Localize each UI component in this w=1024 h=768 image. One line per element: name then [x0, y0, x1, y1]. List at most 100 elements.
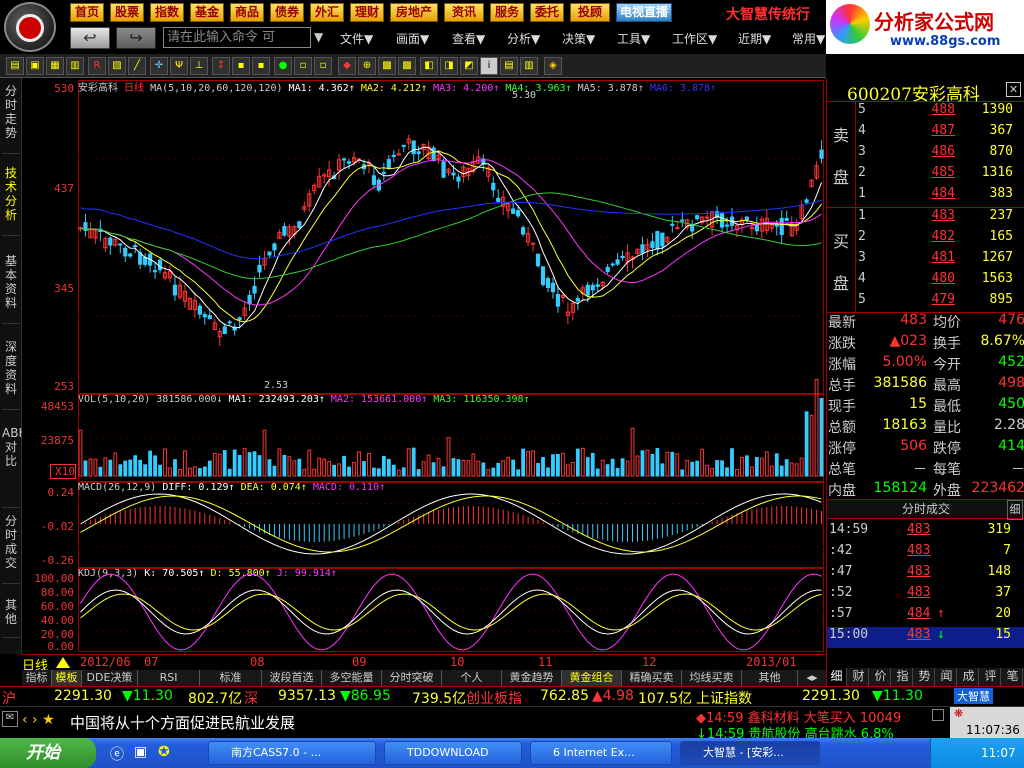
ask-price[interactable]: 488 [895, 102, 955, 117]
right-tab[interactable]: 价 [871, 668, 891, 686]
color-icon[interactable]: ◆ [338, 57, 356, 75]
app-logo[interactable] [4, 2, 56, 52]
menu-workspace[interactable]: 工作区▼ [672, 30, 717, 47]
ask-row[interactable]: 4 487 367 [855, 123, 1024, 144]
bid-price[interactable]: 481 [895, 250, 955, 265]
task-ie[interactable]: 6 Internet Ex... [530, 741, 672, 765]
arrows-icon[interactable]: ‹ › ★ [22, 712, 55, 728]
close-icon[interactable]: ✕ [1006, 82, 1021, 97]
bid-row[interactable]: 1 483 237 [855, 208, 1024, 229]
btab-bullbear[interactable]: 多空能量 [322, 670, 382, 686]
tick-row[interactable]: 14:59 483 319 [827, 522, 1024, 543]
ie-icon[interactable]: ⓔ [110, 744, 124, 764]
menu-stocks[interactable]: 股票 [110, 3, 144, 22]
menu-realestate[interactable]: 房地产 [390, 3, 438, 22]
restore-icon[interactable] [932, 709, 944, 721]
tab-technical[interactable]: 技术分析 [2, 166, 20, 236]
bid-price[interactable]: 479 [895, 292, 955, 307]
menu-advisor[interactable]: 投顾 [570, 3, 610, 22]
chart-canvas[interactable] [78, 78, 824, 654]
bid-row[interactable]: 2 482 165 [855, 229, 1024, 250]
ticker-index-name[interactable]: 上证指数 [696, 688, 752, 708]
info-icon[interactable]: i [480, 57, 498, 75]
ask-row[interactable]: 2 485 1316 [855, 165, 1024, 186]
menu-common[interactable]: 常用▼ [792, 30, 825, 47]
save-icon[interactable]: ▣ [26, 57, 44, 75]
menu-forex[interactable]: 外汇 [310, 3, 344, 22]
ask-row[interactable]: 5 488 1390 [855, 102, 1024, 123]
tool-e-icon[interactable]: ▩ [398, 57, 416, 75]
tab-other[interactable]: 其他 [2, 598, 20, 638]
folder-icon[interactable]: ▤ [6, 57, 24, 75]
tick-row[interactable]: :47 483 148 [827, 564, 1024, 585]
right-tab[interactable]: 财 [849, 668, 869, 686]
ask-price[interactable]: 486 [895, 144, 955, 159]
right-tab[interactable]: 成 [959, 668, 979, 686]
bid-row[interactable]: 5 479 895 [855, 292, 1024, 313]
tick-row[interactable]: :42 483 7 [827, 543, 1024, 564]
btab-personal[interactable]: 个人 [442, 670, 502, 686]
tool-b-icon[interactable]: ▪ [252, 57, 270, 75]
menu-fund[interactable]: 基金 [190, 3, 224, 22]
menu-tools[interactable]: 工具▼ [617, 30, 650, 47]
ticker-cy-label[interactable]: 创业板指 [466, 688, 522, 708]
tool-f-icon[interactable]: ◧ [420, 57, 438, 75]
tool-c-icon[interactable]: ▫ [294, 57, 312, 75]
btab-precise[interactable]: 精确买卖 [622, 670, 682, 686]
right-tab[interactable]: 评 [981, 668, 1001, 686]
btab-other[interactable]: 其他 [742, 670, 798, 686]
dzh-logo[interactable]: 大智慧 [954, 688, 993, 704]
ticker-sh-label[interactable]: 沪 [2, 688, 16, 708]
menu-tv-live[interactable]: 电视直播 [616, 3, 672, 22]
ask-row[interactable]: 1 484 383 [855, 186, 1024, 207]
task-tddownload[interactable]: TDDOWNLOAD [384, 741, 522, 765]
btab-ma-trade[interactable]: 均线买卖 [682, 670, 742, 686]
tool-g-icon[interactable]: ◨ [440, 57, 458, 75]
mail-icon[interactable]: ✉ [2, 711, 18, 727]
tab-intraday[interactable]: 分时走势 [2, 84, 20, 154]
trend-icon[interactable]: ╱ [128, 57, 146, 75]
crosshair-icon[interactable]: ✛ [150, 57, 168, 75]
tool-i-icon[interactable]: ▤ [500, 57, 518, 75]
btab-scroll-icon[interactable]: ◂▸ [798, 670, 826, 686]
menu-news[interactable]: 资讯 [444, 3, 484, 22]
tool-h-icon[interactable]: ◩ [460, 57, 478, 75]
menu-analysis[interactable]: 分析▼ [507, 30, 540, 47]
ask-price[interactable]: 485 [895, 165, 955, 180]
ask-row[interactable]: 3 486 870 [855, 144, 1024, 165]
btab-standard[interactable]: 标准 [200, 670, 262, 686]
menu-view[interactable]: 查看▼ [452, 30, 485, 47]
rsi-icon[interactable]: R [88, 57, 106, 75]
btab-rsi[interactable]: RSI [138, 670, 200, 686]
right-tab[interactable]: 笔 [1003, 668, 1023, 686]
right-tab[interactable]: 闻 [937, 668, 957, 686]
tab-tick-trades[interactable]: 分时成交 [2, 514, 20, 584]
menu-service[interactable]: 服务 [490, 3, 524, 22]
btab-gold-combo[interactable]: 黄金组合 [562, 670, 622, 686]
bid-price[interactable]: 480 [895, 271, 955, 286]
bars-icon[interactable]: ▧ [108, 57, 126, 75]
quick-launch-icon[interactable]: ✪ [158, 744, 170, 760]
tool-a-icon[interactable]: ▪ [232, 57, 250, 75]
image-icon[interactable]: ▩ [378, 57, 396, 75]
ask-price[interactable]: 487 [895, 123, 955, 138]
tab-fundamentals[interactable]: 基本资料 [2, 254, 20, 324]
zoom-icon[interactable]: ⊕ [358, 57, 376, 75]
right-tab[interactable]: 指 [893, 668, 913, 686]
right-tab[interactable]: 势 [915, 668, 935, 686]
menu-commodity[interactable]: 商品 [230, 3, 264, 22]
bid-price[interactable]: 483 [895, 208, 955, 223]
start-button[interactable]: 开始 [0, 738, 96, 768]
ticker-sz-label[interactable]: 深 [244, 688, 258, 708]
command-input[interactable]: 请在此输入命令 可 [163, 27, 311, 48]
tick-row[interactable]: :52 483 37 [827, 585, 1024, 606]
news-headline[interactable]: 中国将从十个方面促进民航业发展 [70, 712, 295, 733]
tick-row[interactable]: 15:00 483 ↓ 15 [827, 627, 1024, 648]
diamond-icon[interactable]: ◈ [544, 57, 562, 75]
mark-icon[interactable]: ↕ [212, 57, 230, 75]
tick-row[interactable]: :57 484 ↑ 20 [827, 606, 1024, 627]
menu-file[interactable]: 文件▼ [340, 30, 373, 47]
grid-icon[interactable]: ▦ [46, 57, 64, 75]
task-dzh[interactable]: 大智慧 - [安彩... [680, 741, 820, 765]
btab-wave[interactable]: 波段首选 [262, 670, 322, 686]
